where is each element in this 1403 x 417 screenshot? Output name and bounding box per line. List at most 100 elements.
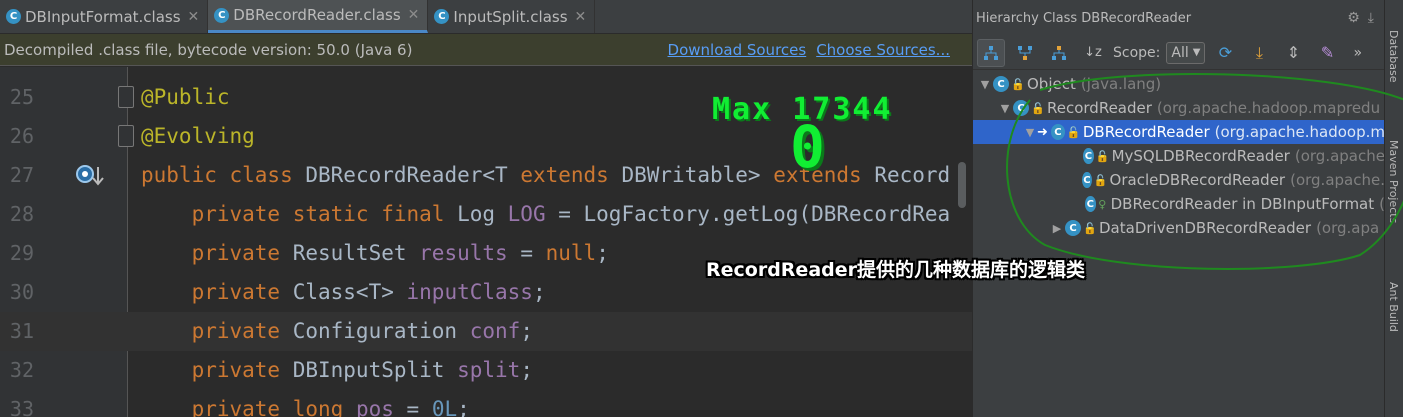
class-name: Object	[1027, 75, 1076, 93]
download-sources-link[interactable]: Download Sources	[668, 41, 807, 59]
close-icon[interactable]: ✕	[575, 9, 587, 25]
editor-tab[interactable]: C DBRecordReader.class ✕	[208, 0, 429, 33]
choose-sources-link[interactable]: Choose Sources...	[816, 41, 950, 59]
expand-arrow-icon[interactable]: ▶	[1049, 222, 1065, 235]
hierarchy-node[interactable]: ▼ C 🔓 RecordReader (org.apache.hadoop.mapred…	[973, 96, 1385, 120]
code-token: =	[507, 241, 546, 265]
code-token: Log	[457, 202, 508, 226]
class-file-icon: C	[434, 9, 450, 24]
class-icon: C	[1050, 124, 1065, 140]
class-name: RecordReader	[1047, 99, 1152, 117]
code-text: @Evolving	[141, 117, 255, 156]
package-name: (org.apa	[1316, 219, 1380, 237]
code-token: conf	[469, 319, 521, 343]
hierarchy-node[interactable]: C ♀ DBRecordReader in DBInputFormat(	[973, 192, 1385, 216]
class-name: DBRecordReader	[1082, 123, 1210, 141]
editor-tab[interactable]: C DBInputFormat.class ✕	[0, 0, 209, 33]
code-line[interactable]: 27 public class DBRecordReader<T extends …	[0, 156, 972, 195]
code-token: ;	[532, 280, 546, 304]
chevron-down-icon: ▼	[1192, 47, 1201, 58]
fold-marker[interactable]	[118, 86, 134, 108]
editor-tab[interactable]: C InputSplit.class ✕	[428, 0, 596, 33]
public-access-icon: 🔓	[1093, 173, 1108, 187]
code-text: public class DBRecordReader<T extends DB…	[141, 156, 950, 195]
line-number: 31	[9, 319, 34, 343]
code-line[interactable]: 28 private static final Log LOG = LogFac…	[0, 195, 972, 234]
scope-select[interactable]: All ▼	[1166, 41, 1206, 64]
hierarchy-title-tools: ⚙ ⤓	[1347, 10, 1374, 26]
code-text: private ResultSet results = null;	[141, 234, 609, 273]
code-text: @Public	[141, 78, 230, 117]
pin-icon[interactable]: ✎	[1313, 39, 1341, 67]
hierarchy-node[interactable]: ▶ C 🔓 DataDrivenDBRecordReader (org.apa	[973, 216, 1385, 240]
code-token: ;	[520, 358, 533, 382]
collapse-arrow-icon[interactable]: ▼	[977, 78, 993, 91]
code-line[interactable]: 32 private DBInputSplit split;	[0, 351, 972, 390]
side-tool-tab[interactable]: Database	[1387, 30, 1400, 83]
code-token: public class	[141, 163, 306, 187]
code-token: ;	[457, 397, 470, 417]
public-access-icon: 🔓	[1031, 101, 1045, 115]
code-token: LOG	[507, 202, 546, 226]
close-icon[interactable]: ✕	[188, 9, 200, 25]
subtypes-hierarchy-icon[interactable]	[1045, 39, 1073, 67]
side-tool-tab[interactable]: Ant Build	[1387, 282, 1400, 332]
tab-label: DBInputFormat.class	[25, 7, 181, 26]
class-icon: C	[1013, 100, 1029, 116]
code-line[interactable]: 33 private long pos = 0L;	[0, 390, 972, 417]
code-token: private	[141, 319, 293, 343]
collapse-arrow-icon[interactable]: ▼	[1023, 126, 1037, 139]
overridden-by-subclasses-icon[interactable]	[76, 163, 106, 189]
class-name: DataDrivenDBRecordReader	[1099, 219, 1312, 237]
fold-marker[interactable]	[118, 125, 134, 147]
supertypes-hierarchy-icon[interactable]	[1011, 39, 1039, 67]
line-number: 28	[9, 202, 34, 226]
hierarchy-node[interactable]: C 🔓 OracleDBRecordReader (org.apache.	[973, 168, 1385, 192]
code-text: private Class<T> inputClass;	[141, 273, 546, 312]
close-icon[interactable]: ✕	[408, 7, 420, 23]
package-name: (org.apache.	[1290, 171, 1385, 189]
code-token: private	[141, 358, 293, 382]
refresh-icon[interactable]: ⟳	[1211, 39, 1239, 67]
code-token: private	[141, 280, 293, 304]
code-token: ;	[520, 319, 533, 343]
code-token: null	[545, 241, 597, 265]
gear-icon[interactable]: ⚙	[1347, 10, 1360, 26]
code-token: = LogFactory.getLog(DBRecordRea	[545, 202, 951, 226]
toolbar-overflow[interactable]: »	[1353, 45, 1362, 61]
code-token: @Public	[141, 85, 230, 109]
class-icon: C	[1065, 220, 1081, 236]
code-token: ;	[596, 241, 609, 265]
hierarchy-toolbar: ↓z Scope: All ▼ ⟳ ⤓ ⇕ ✎ »	[973, 36, 1384, 70]
code-token: private static final	[141, 202, 458, 226]
tab-label: DBRecordReader.class	[233, 6, 401, 24]
protected-access-icon: ♀	[1098, 197, 1107, 211]
code-token: split	[457, 358, 521, 382]
code-text: private long pos = 0L;	[141, 390, 470, 417]
package-name: (org.apache.hadoop.mapredu	[1156, 99, 1381, 117]
class-icon: C	[1084, 196, 1096, 212]
code-token: @Evolving	[141, 124, 255, 148]
decompiled-banner: Decompiled .class file, bytecode version…	[0, 34, 972, 66]
side-tool-tab[interactable]: Maven Projects	[1387, 140, 1400, 223]
hierarchy-node[interactable]: ▼ ➜ C 🔓 DBRecordReader (org.apache.hadoop.m	[973, 120, 1385, 144]
class-icon: C	[993, 76, 1009, 92]
hierarchy-title: Hierarchy Class DBRecordReader	[976, 10, 1192, 26]
class-name: OracleDBRecordReader	[1109, 171, 1286, 189]
expand-all-icon[interactable]: ⇕	[1279, 39, 1307, 67]
editor-tab-bar: C DBInputFormat.class ✕ C DBRecordReader.cla…	[0, 0, 972, 34]
code-token: DBRecordReader<T	[305, 163, 521, 187]
hierarchy-node[interactable]: C 🔓 MySQLDBRecordReader (org.apache	[973, 144, 1385, 168]
class-file-icon: C	[6, 9, 21, 24]
code-text: private DBInputSplit split;	[141, 351, 533, 390]
type-hierarchy-icon[interactable]	[977, 38, 1005, 67]
code-token: inputClass	[406, 280, 533, 304]
hierarchy-node[interactable]: ▼ C 🔓 Object (java.lang)	[973, 72, 1385, 96]
autoscroll-to-source-icon[interactable]: ⤓	[1245, 39, 1273, 67]
collapse-arrow-icon[interactable]: ▼	[997, 102, 1013, 115]
hide-panel-icon[interactable]: ⤓	[1368, 10, 1374, 26]
code-line[interactable]: 31 private Configuration conf;	[0, 312, 972, 351]
decompiled-notice: Decompiled .class file, bytecode version…	[4, 40, 413, 59]
sort-alphabetically-icon[interactable]: ↓z	[1079, 39, 1107, 67]
code-token: pos	[355, 397, 394, 417]
